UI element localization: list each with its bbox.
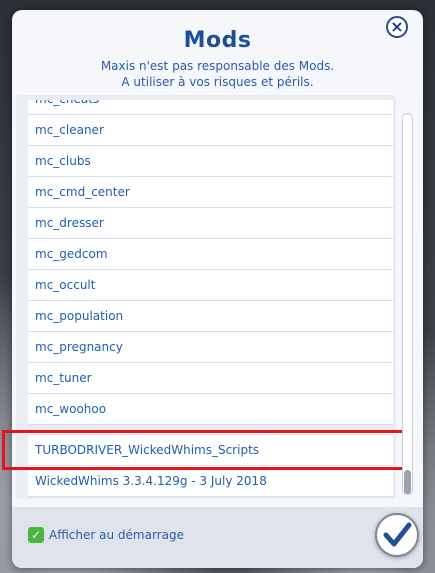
subtitle-line-1: Maxis n'est pas responsable des Mods. — [100, 59, 335, 73]
dialog-subtitle: Maxis n'est pas responsable des Mods. A … — [0, 58, 435, 90]
list-item[interactable]: mc_occult — [28, 270, 393, 301]
list-item[interactable]: mc_woohoo — [28, 394, 393, 425]
list-item[interactable]: mc_clubs — [28, 146, 393, 177]
list-item[interactable]: mc_cleaner — [28, 115, 393, 146]
scrollbar[interactable] — [402, 113, 413, 495]
list-item[interactable]: mc_tuner — [28, 363, 393, 394]
list-item[interactable]: WickedWhims 3.3.4.129g - 3 July 2018 — [28, 466, 393, 497]
dialog-title: Mods — [183, 28, 252, 53]
show-at-startup-label[interactable]: Afficher au démarrage — [49, 528, 184, 542]
list-item[interactable]: mc_pregnancy — [28, 332, 393, 363]
checkmark-icon — [383, 522, 412, 547]
list-item-highlighted[interactable]: TURBODRIVER_WickedWhims_Scripts — [28, 435, 393, 466]
checkmark-small-icon: ✓ — [30, 528, 42, 542]
list-item[interactable]: mc_cheats — [28, 100, 393, 115]
list-item[interactable]: mc_dresser — [28, 208, 393, 239]
confirm-button[interactable] — [375, 513, 419, 557]
list-item[interactable]: mc_population — [28, 301, 393, 332]
scrollbar-thumb[interactable] — [404, 470, 411, 494]
subtitle-line-2: A utiliser à vos risques et périls. — [121, 75, 314, 89]
list-item[interactable]: mc_gedcom — [28, 239, 393, 270]
show-at-startup-checkbox[interactable]: ✓ — [28, 527, 44, 543]
mods-list: mc_cheats mc_cleaner mc_clubs mc_cmd_cen… — [28, 100, 393, 497]
list-item[interactable]: mc_cmd_center — [28, 177, 393, 208]
